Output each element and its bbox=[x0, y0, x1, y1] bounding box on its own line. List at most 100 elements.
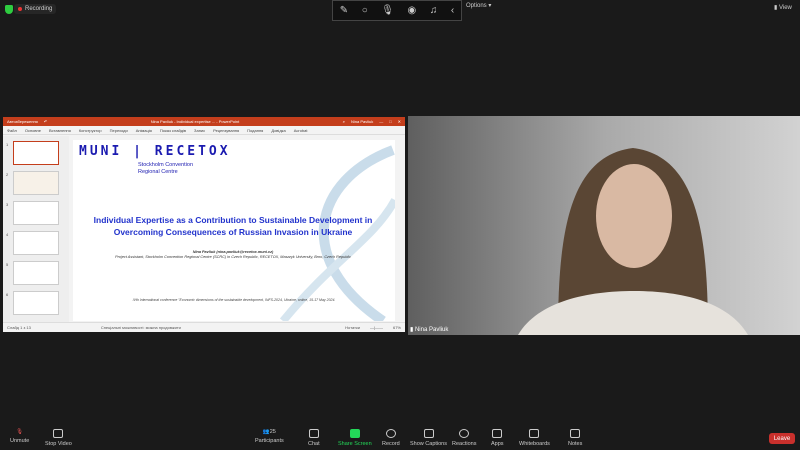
mic-icon[interactable]: 🎙 bbox=[381, 5, 394, 16]
share-screen-button[interactable]: Share Screen bbox=[338, 429, 372, 447]
slide-thumbnails[interactable]: 1 2 3 4 5 6 bbox=[3, 136, 69, 322]
shared-screen-powerpoint: Автозбереження ↶ Nina Pavliuk - Individu… bbox=[3, 117, 405, 332]
author-affiliation: Project Assistant, Stockholm Convention … bbox=[115, 255, 351, 259]
share-screen-icon bbox=[349, 429, 360, 438]
record-icon bbox=[385, 429, 396, 438]
show-captions-button[interactable]: Show Captions bbox=[410, 429, 447, 447]
slide-counter: Слайд 1 з 13 bbox=[7, 325, 31, 330]
record-icon[interactable]: ◉ bbox=[408, 5, 417, 16]
minimize-icon[interactable]: — bbox=[379, 119, 383, 124]
reactions-icon bbox=[459, 429, 470, 438]
stop-video-button[interactable]: Stop Video bbox=[45, 429, 72, 447]
maximize-icon[interactable]: □ bbox=[389, 119, 391, 124]
whiteboards-label: Whiteboards bbox=[519, 441, 550, 447]
leave-button[interactable]: Leave bbox=[769, 433, 795, 444]
thumb-number: 2 bbox=[6, 172, 9, 177]
tab-insert[interactable]: Вставлення bbox=[49, 128, 71, 133]
subtitle-line: Stockholm Convention bbox=[138, 162, 194, 168]
reactions-button[interactable]: Reactions bbox=[452, 429, 476, 447]
subtitle-line: Regional Centre bbox=[138, 169, 178, 175]
thumb-number: 6 bbox=[6, 292, 9, 297]
chat-label: Chat bbox=[308, 441, 320, 447]
window-title: Nina Pavliuk - Individual expertise ... … bbox=[150, 119, 240, 124]
account-name[interactable]: Nina Pavliuk bbox=[351, 119, 373, 124]
slide-canvas[interactable]: MUNI | RECETOX Stockholm Convention Regio… bbox=[73, 140, 395, 321]
view-button[interactable]: ▮ View bbox=[774, 4, 792, 11]
undo-icon[interactable]: ↶ bbox=[44, 119, 47, 124]
sharing-control-panel: ✎ ○ 🎙 ◉ ♫ ‹ bbox=[332, 0, 462, 21]
pause-icon[interactable]: ○ bbox=[362, 5, 368, 16]
powerpoint-status-bar: Слайд 1 з 13 Спеціальні можливості: можн… bbox=[3, 322, 405, 332]
thumb-number: 5 bbox=[6, 262, 9, 267]
chat-button[interactable]: Chat bbox=[308, 429, 320, 447]
close-icon[interactable]: ✕ bbox=[398, 119, 401, 124]
slide-thumbnail[interactable] bbox=[13, 291, 59, 315]
view-label: View bbox=[778, 5, 792, 11]
tab-design[interactable]: Конструктор bbox=[79, 128, 102, 133]
notes-icon bbox=[570, 429, 581, 438]
notes-label: Notes bbox=[568, 441, 583, 447]
recetox-logo: MUNI | RECETOX bbox=[79, 144, 231, 159]
participant-name-tag: ▮ Nina Pavliuk bbox=[410, 326, 448, 333]
audio-icon[interactable]: ♫ bbox=[430, 5, 438, 16]
annotate-icon[interactable]: ✎ bbox=[340, 5, 348, 16]
tab-animations[interactable]: Анімація bbox=[136, 128, 152, 133]
record-button[interactable]: Record bbox=[382, 429, 400, 447]
participant-count: 25 bbox=[269, 429, 276, 435]
powerpoint-title-bar: Автозбереження ↶ Nina Pavliuk - Individu… bbox=[3, 117, 405, 126]
accessibility-status[interactable]: Спеціальні можливості: можна продовжити bbox=[101, 325, 181, 330]
unmute-button[interactable]: 🎙 Unmute bbox=[10, 429, 29, 444]
autosave-toggle[interactable]: Автозбереження bbox=[7, 119, 38, 124]
slide-thumbnail[interactable] bbox=[13, 141, 59, 165]
record-dot-icon bbox=[18, 7, 22, 11]
captions-icon bbox=[423, 429, 434, 438]
participants-button[interactable]: 👥25 Participants bbox=[255, 429, 284, 444]
muted-mic-icon: 🎙 bbox=[16, 429, 24, 435]
whiteboards-button[interactable]: Whiteboards bbox=[519, 429, 550, 447]
tab-file[interactable]: Файл bbox=[7, 128, 17, 133]
tab-home[interactable]: Основне bbox=[25, 128, 41, 133]
thumb-number: 4 bbox=[6, 232, 9, 237]
apps-button[interactable]: Apps bbox=[491, 429, 504, 447]
slide-author-block: Nina Pavliuk (nina.pavliuk@recetox.muni.… bbox=[113, 250, 353, 260]
tab-record[interactable]: Запис bbox=[194, 128, 205, 133]
zoom-level[interactable]: 67% bbox=[393, 325, 401, 330]
slide-thumbnail[interactable] bbox=[13, 171, 59, 195]
slide-thumbnail[interactable] bbox=[13, 231, 59, 255]
tab-transitions[interactable]: Переходи bbox=[110, 128, 128, 133]
recording-label: Recording bbox=[25, 6, 53, 12]
ribbon-tabs: Файл Основне Вставлення Конструктор Пере… bbox=[3, 126, 405, 135]
security-shield-icon[interactable] bbox=[5, 5, 13, 14]
participant-name: Nina Pavliuk bbox=[414, 327, 449, 333]
thumb-number: 1 bbox=[6, 142, 9, 147]
record-label: Record bbox=[382, 441, 400, 447]
tab-review[interactable]: Рецензування bbox=[213, 128, 239, 133]
participants-icon: 👥25 bbox=[262, 429, 276, 435]
notes-button[interactable]: Нотатки bbox=[345, 325, 360, 330]
conference-citation: IVth International conference "Economic … bbox=[132, 298, 336, 302]
thumb-number: 3 bbox=[6, 202, 9, 207]
search-icon[interactable]: ⌕ bbox=[343, 119, 345, 124]
apps-label: Apps bbox=[491, 441, 504, 447]
unmute-label: Unmute bbox=[10, 438, 30, 444]
notes-button[interactable]: Notes bbox=[568, 429, 582, 447]
tab-slideshow[interactable]: Показ слайдів bbox=[160, 128, 186, 133]
options-label: Options bbox=[466, 3, 487, 9]
logo-subtitle: Stockholm Convention Regional Centre bbox=[138, 162, 193, 176]
captions-label: Show Captions bbox=[410, 441, 447, 447]
collapse-chevron-icon[interactable]: ‹ bbox=[451, 5, 454, 16]
tab-view[interactable]: Подання bbox=[247, 128, 263, 133]
share-screen-label: Share Screen bbox=[338, 441, 372, 447]
zoom-slider[interactable]: —|—— bbox=[370, 325, 383, 330]
participant-video[interactable] bbox=[408, 116, 800, 335]
recording-indicator[interactable]: Recording bbox=[14, 4, 57, 14]
whiteboard-icon bbox=[529, 429, 540, 438]
apps-icon bbox=[492, 429, 503, 438]
tab-help[interactable]: Довідка bbox=[271, 128, 285, 133]
meeting-top-bar: Recording ✎ ○ 🎙 ◉ ♫ ‹ Options ▾ ▮ View bbox=[0, 0, 800, 21]
slide-thumbnail[interactable] bbox=[13, 261, 59, 285]
options-button[interactable]: Options ▾ bbox=[466, 2, 491, 9]
slide-thumbnail[interactable] bbox=[13, 201, 59, 225]
tab-acrobat[interactable]: Acrobat bbox=[294, 128, 308, 133]
chat-icon bbox=[308, 429, 319, 438]
